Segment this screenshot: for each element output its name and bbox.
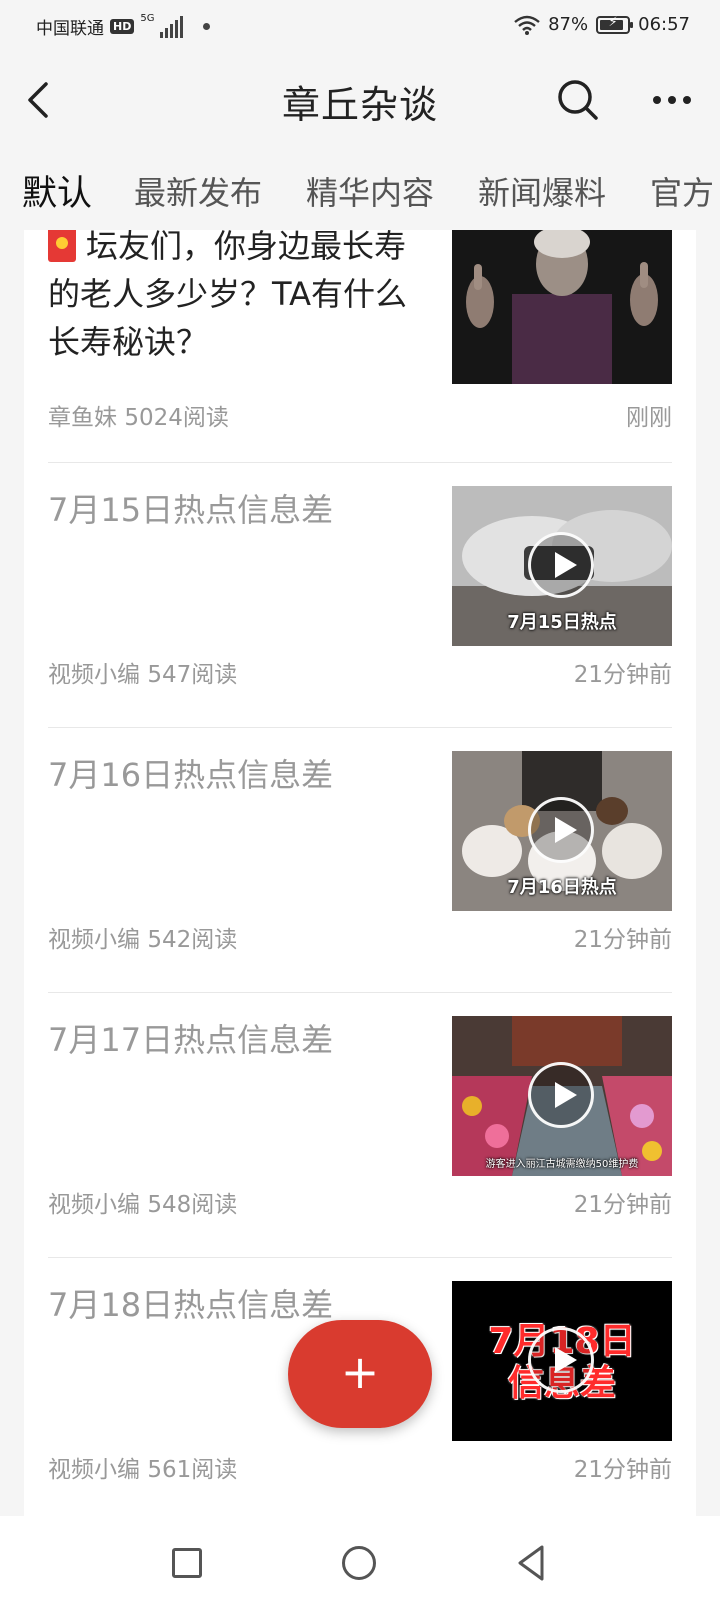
- battery-percent: 87%: [548, 14, 589, 35]
- status-bar: 中国联通 HD 5G 87% ⚡ 06:57: [0, 0, 720, 52]
- post-reads: 542阅读: [147, 927, 238, 953]
- play-icon[interactable]: [528, 1062, 594, 1128]
- thumb-caption: 7月15日热点: [507, 612, 617, 633]
- post-author: 视频小编: [48, 927, 140, 953]
- post-author: 视频小编: [48, 662, 140, 688]
- post-time: 21分钟前: [573, 1457, 672, 1483]
- tab-latest[interactable]: 最新发布: [134, 168, 262, 214]
- wifi-icon: [514, 15, 540, 35]
- home-icon[interactable]: [342, 1546, 376, 1580]
- more-icon[interactable]: [648, 78, 696, 122]
- post-time: 21分钟前: [573, 1192, 672, 1218]
- network-label: 5G: [140, 13, 155, 24]
- post-meta: 视频小编 561阅读: [48, 1450, 237, 1484]
- post-reads: 5024阅读: [124, 405, 229, 431]
- charging-icon: ⚡: [608, 14, 618, 30]
- nav-back-icon[interactable]: [516, 1544, 546, 1582]
- play-icon[interactable]: [528, 1327, 594, 1393]
- post-reads: 561阅读: [147, 1457, 238, 1483]
- post-author: 视频小编: [48, 1192, 140, 1218]
- post-thumbnail[interactable]: 7月16日热点: [452, 751, 672, 911]
- post-title-text: 坛友们，你身边最长寿的老人多少岁？TA有什么长寿秘诀？: [48, 230, 407, 361]
- post-reads: 548阅读: [147, 1192, 238, 1218]
- tab-official[interactable]: 官方: [650, 168, 714, 214]
- battery-icon: ⚡: [596, 14, 634, 34]
- notification-dot-icon: [203, 23, 211, 30]
- list-item[interactable]: 7月16日热点信息差 7月16日热点 视频小编 542阅读 21分钟前: [24, 728, 696, 992]
- app-header: 章丘杂谈: [0, 52, 720, 148]
- list-item[interactable]: 7月15日热点信息差 7月15日热点 视频小编 547阅读 21分钟前: [24, 463, 696, 727]
- page-title: 章丘杂谈: [281, 83, 438, 127]
- redbag-icon: [48, 230, 76, 262]
- post-thumbnail[interactable]: [452, 230, 672, 384]
- system-nav-bar: [0, 1516, 720, 1612]
- elderly-woman-image: [452, 230, 672, 384]
- post-meta: 视频小编 547阅读: [48, 655, 237, 689]
- tab-default[interactable]: 默认: [22, 165, 92, 216]
- category-tabs: 默认 最新发布 精华内容 新闻爆料 官方: [0, 148, 720, 230]
- post-meta: 章鱼妹 5024阅读: [48, 398, 229, 432]
- signal-icon: [160, 15, 184, 38]
- post-title: 7月15日热点信息差: [48, 491, 334, 529]
- carrier-label: 中国联通: [36, 19, 104, 39]
- post-title: 坛友们，你身边最长寿的老人多少岁？TA有什么长寿秘诀？: [48, 230, 408, 366]
- post-author: 视频小编: [48, 1457, 140, 1483]
- post-title: 7月17日热点信息差: [48, 1021, 334, 1059]
- post-thumbnail[interactable]: 7月15日热点: [452, 486, 672, 646]
- post-author: 章鱼妹: [48, 405, 117, 431]
- post-title: 7月16日热点信息差: [48, 756, 334, 794]
- status-right: 87% ⚡ 06:57: [514, 14, 690, 35]
- thumb-caption: 游客进入丽江古城需缴纳50维护费: [485, 1159, 639, 1170]
- post-time: 刚刚: [626, 405, 672, 431]
- tab-news-tips[interactable]: 新闻爆料: [478, 168, 606, 214]
- hd-badge: HD: [110, 19, 135, 34]
- tab-featured[interactable]: 精华内容: [306, 168, 434, 214]
- post-thumbnail[interactable]: 7月18日 信息差: [452, 1281, 672, 1441]
- post-meta: 视频小编 542阅读: [48, 920, 237, 954]
- post-thumbnail[interactable]: 游客进入丽江古城需缴纳50维护费: [452, 1016, 672, 1176]
- new-post-button[interactable]: +: [288, 1320, 432, 1428]
- clock: 06:57: [638, 14, 690, 35]
- play-icon[interactable]: [528, 532, 594, 598]
- status-left: 中国联通 HD 5G: [36, 13, 211, 39]
- list-item[interactable]: 坛友们，你身边最长寿的老人多少岁？TA有什么长寿秘诀？ 章鱼妹 5024阅读 刚…: [24, 230, 696, 462]
- thumb-caption: 7月16日热点: [507, 877, 617, 898]
- post-time: 21分钟前: [573, 927, 672, 953]
- post-reads: 547阅读: [147, 662, 238, 688]
- post-meta: 视频小编 548阅读: [48, 1185, 237, 1219]
- recents-icon[interactable]: [172, 1548, 202, 1578]
- search-icon[interactable]: [554, 76, 602, 124]
- play-icon[interactable]: [528, 797, 594, 863]
- list-item[interactable]: 7月17日热点信息差 游客进入丽江古城需缴纳50维护费 视频小编 548阅读 2…: [24, 993, 696, 1257]
- post-time: 21分钟前: [573, 662, 672, 688]
